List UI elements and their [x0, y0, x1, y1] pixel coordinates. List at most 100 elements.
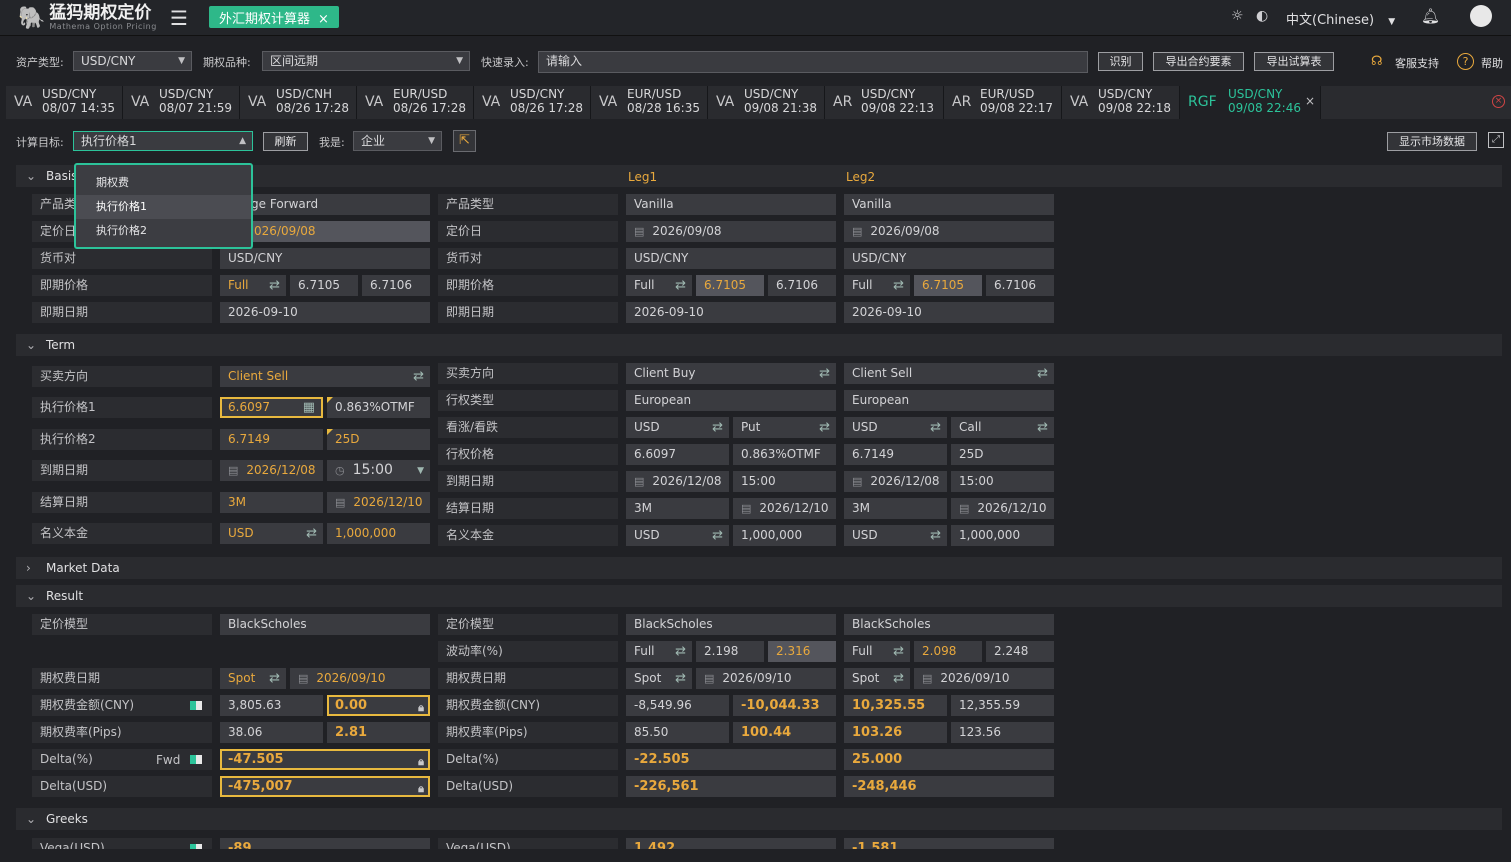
- leg2-pricing-date-field[interactable]: ▤ 2026/09/08: [844, 221, 1054, 242]
- leg1-exercise-field[interactable]: European: [626, 390, 836, 411]
- leg1-spot-bid-field[interactable]: 6.7105: [696, 275, 764, 296]
- leg1-pricing-date-field[interactable]: ▤ 2026/09/08: [626, 221, 836, 242]
- leg2-settle-field[interactable]: ▤ 2026/12/10: [951, 498, 1054, 519]
- tab-item[interactable]: AR EUR/USD 09/08 22:17: [944, 86, 1062, 119]
- delta-pct-field[interactable]: -47.505 🔒︎: [220, 749, 430, 770]
- leg2-product-field[interactable]: Vanilla: [844, 194, 1054, 215]
- swap-icon[interactable]: ⇄: [413, 366, 424, 387]
- help-link[interactable]: 帮助: [1481, 55, 1503, 71]
- tab-item[interactable]: AR USD/CNY 09/08 22:13: [825, 86, 944, 119]
- menu-item-strike2[interactable]: 执行价格2: [76, 219, 251, 243]
- spot-bid-field[interactable]: 6.7105: [290, 275, 358, 296]
- app-tab[interactable]: 外汇期权计算器 ×: [209, 6, 339, 28]
- leg2-notional-field[interactable]: 1,000,000: [951, 525, 1054, 546]
- leg2-delta-usd-field[interactable]: -248,446: [844, 776, 1054, 797]
- leg1-expiry-time-field[interactable]: 15:00: [733, 471, 836, 492]
- premium-amount2-field[interactable]: 0.00 🔒︎: [327, 695, 430, 716]
- quick-entry-input[interactable]: 请输入: [538, 51, 1088, 73]
- avatar[interactable]: [1470, 5, 1492, 27]
- leg1-pips-field[interactable]: 85.50: [626, 722, 729, 743]
- leg1-notional-field[interactable]: 1,000,000: [733, 525, 836, 546]
- tab-item[interactable]: VA USD/CNY 08/07 21:59: [123, 86, 240, 119]
- currency-pair-field[interactable]: USD/CNY: [220, 248, 430, 269]
- close-icon[interactable]: ×: [318, 12, 329, 27]
- direction-field[interactable]: Client Sell ⇄: [220, 366, 430, 387]
- tab-item[interactable]: VA EUR/USD 08/28 16:35: [591, 86, 708, 119]
- theme-icon[interactable]: ◐: [1256, 8, 1268, 24]
- swap-icon[interactable]: ⇄: [269, 668, 280, 689]
- strike1-input[interactable]: 6.6097 ▦: [220, 397, 323, 418]
- tab-item[interactable]: VA USD/CNH 08/26 17:28: [240, 86, 357, 119]
- swap-icon[interactable]: ⇄: [675, 641, 686, 662]
- leg2-vol1-field[interactable]: 2.098: [914, 641, 982, 662]
- language-select[interactable]: 中文(Chinese) ▼: [1286, 9, 1395, 28]
- menu-item-strike1[interactable]: 执行价格1: [76, 195, 251, 219]
- expiry-date-field[interactable]: ▤ 2026/12/08: [220, 460, 323, 481]
- pricing-model-field[interactable]: BlackScholes: [220, 614, 430, 635]
- swap-icon[interactable]: ⇄: [930, 525, 941, 546]
- leg1-vol-mode-field[interactable]: Full ⇄: [626, 641, 692, 662]
- swap-icon[interactable]: ⇄: [1037, 363, 1048, 384]
- leg1-tenor-field[interactable]: 3M: [626, 498, 729, 519]
- leg1-delta-usd-field[interactable]: -226,561: [626, 776, 836, 797]
- premium-pips2-field[interactable]: 2.81: [327, 722, 430, 743]
- swap-icon[interactable]: ⇄: [712, 525, 723, 546]
- leg2-spot-mode-field[interactable]: Full ⇄: [844, 275, 910, 296]
- leg2-call-put-field[interactable]: Call ⇄: [951, 417, 1054, 438]
- share-icon[interactable]: ⇱: [453, 130, 476, 152]
- delta-usd-field[interactable]: -475,007 🔒︎: [220, 776, 430, 797]
- recognize-button[interactable]: 识别: [1098, 52, 1143, 71]
- leg1-direction-field[interactable]: Client Buy ⇄: [626, 363, 836, 384]
- bell-icon[interactable]: 🔔︎: [1421, 7, 1440, 25]
- leg1-premium-mode-field[interactable]: Spot ⇄: [626, 668, 692, 689]
- leg1-strike-note-field[interactable]: 0.863%OTMF: [733, 444, 836, 465]
- tab-item[interactable]: VA USD/CNY 08/26 17:28: [474, 86, 591, 119]
- leg2-strike-field[interactable]: 6.7149: [844, 444, 947, 465]
- target-select[interactable]: 执行价格1 ▲: [73, 131, 253, 151]
- expand-icon[interactable]: ⤢: [1488, 132, 1504, 148]
- leg1-premium-amount-field[interactable]: -8,549.96: [626, 695, 729, 716]
- leg1-vol2-field[interactable]: 2.316: [768, 641, 836, 662]
- leg1-product-field[interactable]: Vanilla: [626, 194, 836, 215]
- leg2-expiry-time-field[interactable]: 15:00: [951, 471, 1054, 492]
- show-market-data-button[interactable]: 显示市场数据: [1387, 132, 1477, 151]
- leg1-premium-amount2-field[interactable]: -10,044.33: [733, 695, 836, 716]
- leg1-spot-ask-field[interactable]: 6.7106: [768, 275, 836, 296]
- leg2-pips2-field[interactable]: 123.56: [951, 722, 1054, 743]
- swap-icon[interactable]: ⇄: [893, 275, 904, 296]
- leg1-notional-ccy-field[interactable]: USD ⇄: [626, 525, 729, 546]
- swap-icon[interactable]: ⇄: [712, 417, 723, 438]
- close-icon[interactable]: ×: [1305, 94, 1315, 108]
- swap-icon[interactable]: ⇄: [819, 417, 830, 438]
- section-greeks[interactable]: ⌄ Greeks: [16, 808, 1502, 830]
- menu-icon[interactable]: ☰: [170, 6, 188, 30]
- premium-amount-field[interactable]: 3,805.63: [220, 695, 323, 716]
- leg1-expiry-field[interactable]: ▤ 2026/12/08: [626, 471, 729, 492]
- tab-item[interactable]: VA USD/CNY 09/08 22:18: [1062, 86, 1180, 119]
- asset-select[interactable]: USD/CNY ▼: [73, 51, 192, 71]
- sun-icon[interactable]: ☼: [1231, 8, 1244, 24]
- leg2-vol-mode-field[interactable]: Full ⇄: [844, 641, 910, 662]
- leg2-tenor-field[interactable]: 3M: [844, 498, 947, 519]
- leg2-premium-mode-field[interactable]: Spot ⇄: [844, 668, 910, 689]
- leg1-delta-pct-field[interactable]: -22.505: [626, 749, 836, 770]
- swap-icon[interactable]: ⇄: [930, 417, 941, 438]
- tenor-field[interactable]: 3M: [220, 492, 323, 513]
- notional-field[interactable]: 1,000,000: [327, 523, 430, 544]
- export-contract-button[interactable]: 导出合约要素: [1153, 52, 1244, 71]
- leg2-pair-field[interactable]: USD/CNY: [844, 248, 1054, 269]
- leg2-model-field[interactable]: BlackScholes: [844, 614, 1054, 635]
- menu-item-premium[interactable]: 期权费: [76, 171, 251, 195]
- leg2-exercise-field[interactable]: European: [844, 390, 1054, 411]
- spot-mode-field[interactable]: Full ⇄: [220, 275, 286, 296]
- section-market-data[interactable]: › Market Data: [16, 557, 1502, 579]
- leg2-spot-bid-field[interactable]: 6.7105: [914, 275, 982, 296]
- leg1-spot-mode-field[interactable]: Full ⇄: [626, 275, 692, 296]
- leg2-strike-note-field[interactable]: 25D: [951, 444, 1054, 465]
- leg2-spot-date-field[interactable]: 2026-09-10: [844, 302, 1054, 323]
- leg2-cp-ccy-field[interactable]: USD ⇄: [844, 417, 947, 438]
- swap-icon[interactable]: ⇄: [269, 275, 280, 296]
- leg1-spot-date-field[interactable]: 2026-09-10: [626, 302, 836, 323]
- leg1-pips2-field[interactable]: 100.44: [733, 722, 836, 743]
- leg2-direction-field[interactable]: Client Sell ⇄: [844, 363, 1054, 384]
